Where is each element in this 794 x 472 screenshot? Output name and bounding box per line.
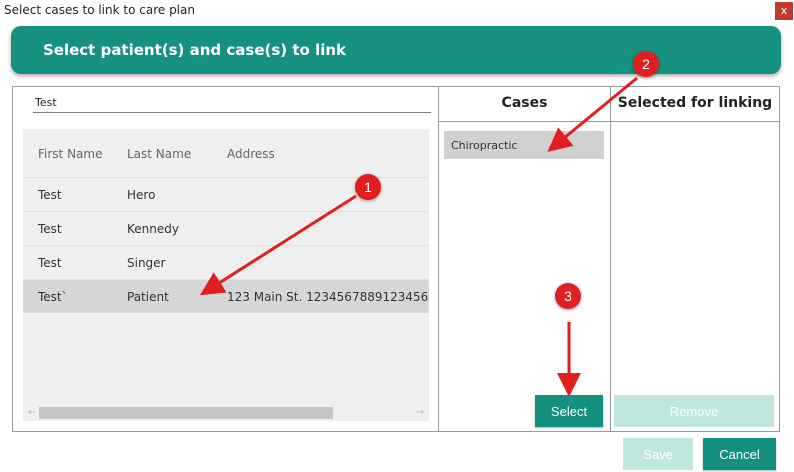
cell-first-name: Test — [38, 256, 62, 270]
select-button[interactable]: Select — [535, 395, 603, 427]
cell-last-name: Patient — [127, 290, 169, 304]
cell-first-name: Test — [38, 222, 62, 236]
cell-last-name: Hero — [127, 188, 156, 202]
column-header-first-name[interactable]: First Name — [38, 147, 102, 161]
patient-table-header: First Name Last Name Address — [23, 129, 429, 177]
window-titlebar: Select cases to link to care plan x — [0, 0, 794, 22]
cell-first-name: Test` — [38, 290, 68, 304]
annotation-badge-1: 1 — [355, 174, 381, 200]
cell-last-name: Kennedy — [127, 222, 179, 236]
arrow-left-icon[interactable]: ← — [25, 405, 39, 421]
header-banner: Select patient(s) and case(s) to link — [11, 26, 781, 74]
cases-title: Cases — [501, 95, 548, 111]
horizontal-scrollbar[interactable]: ← → — [23, 405, 429, 421]
cases-title-rule — [439, 121, 610, 122]
cell-last-name: Singer — [127, 256, 166, 270]
save-button[interactable]: Save — [623, 438, 693, 470]
remove-button[interactable]: Remove — [614, 395, 774, 427]
patient-row[interactable]: Test Singer — [23, 245, 429, 279]
cancel-button[interactable]: Cancel — [703, 438, 776, 470]
cell-first-name: Test — [38, 188, 62, 202]
arrow-right-icon[interactable]: → — [413, 405, 427, 421]
annotation-badge-3: 3 — [555, 283, 581, 309]
selected-title-rule — [611, 121, 779, 122]
window-title: Select cases to link to care plan — [4, 3, 195, 17]
case-item[interactable]: Chiropractic — [444, 131, 604, 159]
cell-address: 123 Main St. 1234567889123456 — [227, 290, 429, 304]
column-header-last-name[interactable]: Last Name — [127, 147, 191, 161]
column-header-address[interactable]: Address — [227, 147, 275, 161]
column-divider — [438, 87, 439, 431]
annotation-badge-2: 2 — [633, 51, 659, 77]
close-button[interactable]: x — [775, 2, 793, 20]
patient-row[interactable]: Test Kennedy — [23, 211, 429, 245]
patient-row-selected[interactable]: Test` Patient 123 Main St. 1234567889123… — [23, 279, 429, 313]
header-title: Select patient(s) and case(s) to link — [43, 41, 347, 59]
scrollbar-thumb[interactable] — [39, 407, 333, 419]
column-divider — [610, 87, 611, 431]
patient-table: First Name Last Name Address Test Hero T… — [23, 129, 429, 421]
selected-for-linking-title: Selected for linking — [617, 95, 773, 111]
link-panel: First Name Last Name Address Test Hero T… — [12, 86, 780, 432]
patient-search-input[interactable] — [33, 93, 431, 113]
case-item-label: Chiropractic — [451, 139, 518, 152]
